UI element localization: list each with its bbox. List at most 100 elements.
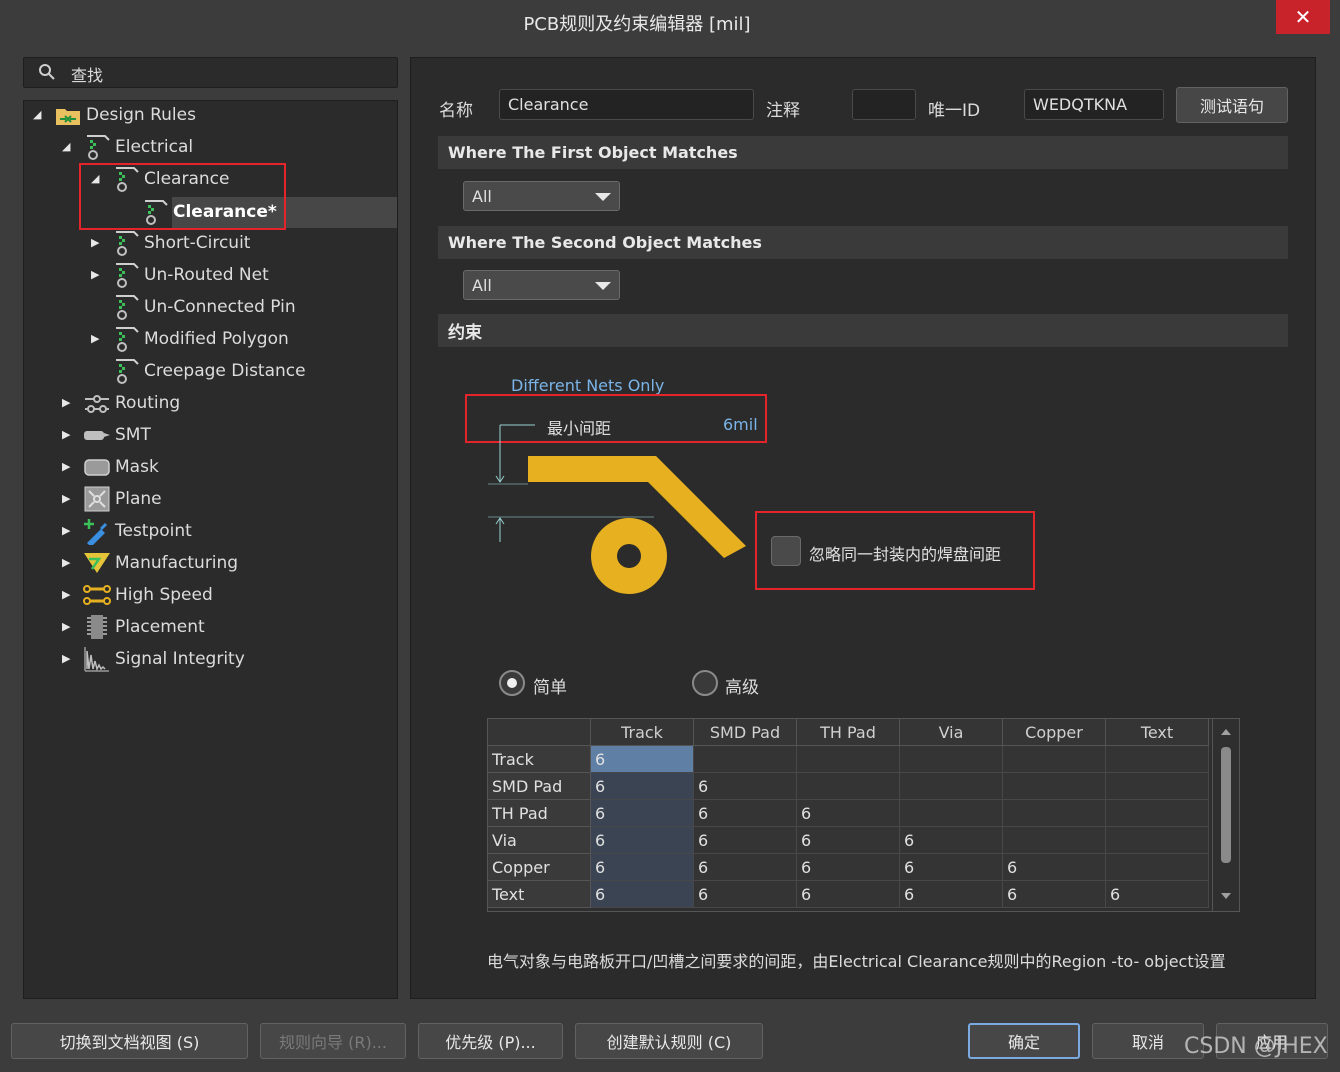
expand-arrow-icon[interactable]: ▶ [62, 396, 70, 409]
expand-arrow-icon[interactable]: ▶ [62, 556, 70, 569]
signal-integrity-icon [84, 647, 109, 672]
electrical-rule-icon [116, 231, 139, 256]
collapse-arrow-icon[interactable]: ◢ [33, 108, 41, 121]
matrix-cell[interactable]: 6 [1003, 854, 1106, 881]
simple-mode-label: 简单 [533, 678, 567, 698]
matrix-cell[interactable] [1003, 746, 1106, 773]
matrix-cell[interactable]: 6 [694, 827, 797, 854]
matrix-cell[interactable]: 6 [591, 800, 694, 827]
matrix-cell[interactable] [1106, 800, 1209, 827]
matrix-cell[interactable] [1003, 827, 1106, 854]
tree-item-placement[interactable]: Placement [83, 612, 205, 642]
tree-item-plane[interactable]: Plane [83, 484, 162, 514]
second-object-dropdown[interactable]: All [463, 270, 620, 300]
tree-item-routing[interactable]: Routing [83, 388, 180, 418]
matrix-cell[interactable]: 6 [591, 746, 694, 773]
electrical-rule-icon [87, 135, 110, 160]
scroll-down-icon [1221, 893, 1231, 899]
expand-arrow-icon[interactable]: ▶ [62, 492, 70, 505]
comment-label: 注释 [766, 101, 800, 121]
tree-item-electrical[interactable]: Electrical [83, 132, 193, 162]
collapse-arrow-icon[interactable]: ◢ [62, 140, 70, 153]
tree-item-signal-integrity[interactable]: Signal Integrity [83, 644, 245, 674]
matrix-cell[interactable] [694, 746, 797, 773]
switch-document-view-button[interactable]: 切换到文档视图 (S) [11, 1023, 248, 1059]
expand-arrow-icon[interactable]: ▶ [62, 620, 70, 633]
matrix-cell[interactable]: 6 [591, 881, 694, 908]
matrix-cell[interactable]: 6 [591, 773, 694, 800]
matrix-cell[interactable]: 6 [900, 881, 1003, 908]
matrix-cell[interactable]: 6 [900, 827, 1003, 854]
matrix-cell[interactable] [797, 746, 900, 773]
comment-input[interactable] [852, 89, 916, 120]
tree-item-modified-polygon[interactable]: Modified Polygon [112, 324, 289, 354]
expand-arrow-icon[interactable]: ▶ [91, 268, 99, 281]
tree-item-testpoint[interactable]: Testpoint [83, 516, 192, 546]
test-query-button[interactable]: 测试语句 [1176, 87, 1288, 123]
matrix-cell[interactable]: 6 [797, 827, 900, 854]
matrix-cell[interactable]: 6 [694, 881, 797, 908]
placement-icon [87, 615, 107, 639]
matrix-cell[interactable]: 6 [694, 800, 797, 827]
unique-id-input[interactable]: WEDQTKNA [1024, 89, 1164, 120]
expand-arrow-icon[interactable]: ▶ [91, 236, 99, 249]
matrix-cell[interactable] [1106, 746, 1209, 773]
tree-item-manufacturing[interactable]: Manufacturing [83, 548, 238, 578]
matrix-cell[interactable]: 6 [1003, 881, 1106, 908]
tree-item-short-circuit[interactable]: Short-Circuit [112, 228, 250, 258]
expand-arrow-icon[interactable]: ▶ [62, 524, 70, 537]
search-box[interactable]: 查找 [23, 57, 398, 88]
matrix-column-header: Via [900, 719, 1003, 746]
net-scope-link[interactable]: Different Nets Only [511, 376, 664, 395]
matrix-cell[interactable]: 6 [797, 854, 900, 881]
advanced-mode-radio[interactable] [692, 670, 718, 696]
expand-arrow-icon[interactable]: ▶ [62, 460, 70, 473]
matrix-cell[interactable] [1106, 773, 1209, 800]
mask-icon [84, 459, 110, 476]
matrix-cell[interactable] [900, 773, 1003, 800]
name-input[interactable]: Clearance [499, 89, 754, 120]
matrix-cell[interactable] [1003, 800, 1106, 827]
reference-line [488, 483, 654, 518]
matrix-cell[interactable]: 6 [591, 827, 694, 854]
matrix-cell[interactable]: 6 [900, 854, 1003, 881]
close-button[interactable]: ✕ [1276, 0, 1330, 34]
watermark: CSDN @JHEX [1184, 1034, 1328, 1059]
matrix-cell[interactable] [1106, 827, 1209, 854]
matrix-cell[interactable]: 6 [797, 800, 900, 827]
matrix-corner [488, 719, 591, 746]
tree-item-high-speed[interactable]: High Speed [83, 580, 213, 610]
matrix-cell[interactable] [900, 800, 1003, 827]
matrix-cell[interactable]: 6 [591, 854, 694, 881]
simple-mode-radio[interactable] [499, 670, 525, 696]
expand-arrow-icon[interactable]: ▶ [62, 588, 70, 601]
matrix-cell[interactable]: 6 [1106, 881, 1209, 908]
matrix-row-header: Copper [488, 854, 591, 881]
expand-arrow-icon[interactable]: ▶ [62, 652, 70, 665]
matrix-cell[interactable] [1106, 854, 1209, 881]
matrix-cell[interactable] [1003, 773, 1106, 800]
create-default-rules-button[interactable]: 创建默认规则 (C) [575, 1023, 763, 1059]
matrix-cell[interactable]: 6 [694, 773, 797, 800]
tree-item-unconnected-pin[interactable]: Un-Connected Pin [112, 292, 296, 322]
matrix-cell[interactable]: 6 [694, 854, 797, 881]
matrix-cell[interactable] [900, 746, 1003, 773]
ok-button[interactable]: 确定 [968, 1023, 1080, 1059]
highlight-box [755, 511, 1035, 590]
tree-item-mask[interactable]: Mask [83, 452, 159, 482]
expand-arrow-icon[interactable]: ▶ [62, 428, 70, 441]
priority-button[interactable]: 优先级 (P)... [418, 1023, 563, 1059]
chevron-down-icon [595, 282, 611, 290]
first-object-dropdown[interactable]: All [463, 181, 620, 211]
expand-arrow-icon[interactable]: ▶ [91, 332, 99, 345]
first-object-value: All [472, 186, 492, 206]
matrix-scrollbar[interactable] [1212, 719, 1239, 911]
rule-wizard-button[interactable]: 规则向导 (R)... [260, 1023, 406, 1059]
tree-item-creepage-distance[interactable]: Creepage Distance [112, 356, 306, 386]
matrix-column-header: TH Pad [797, 719, 900, 746]
matrix-cell[interactable] [797, 773, 900, 800]
matrix-cell[interactable]: 6 [797, 881, 900, 908]
tree-item-smt[interactable]: SMT [83, 420, 151, 450]
tree-item-unrouted-net[interactable]: Un-Routed Net [112, 260, 269, 290]
tree-item-design-rules[interactable]: Design Rules [54, 100, 196, 130]
